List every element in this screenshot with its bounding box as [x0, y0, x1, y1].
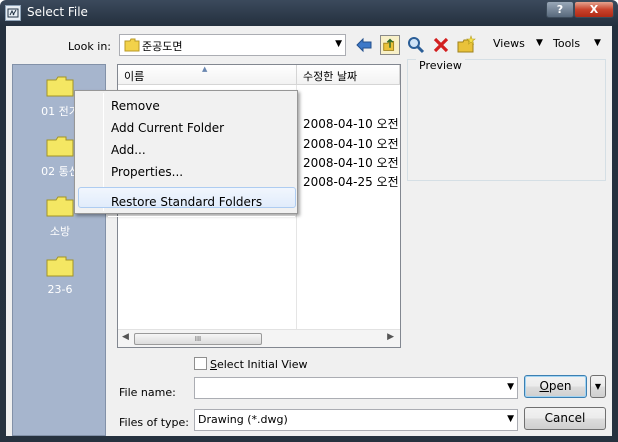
scroll-thumb[interactable]: III	[134, 333, 262, 345]
look-in-label: Look in:	[68, 40, 111, 53]
chevron-down-icon[interactable]: ▼	[335, 39, 342, 49]
preview-frame	[407, 59, 606, 181]
look-in-value: 준공도면	[142, 40, 183, 53]
up-folder-icon[interactable]	[380, 35, 400, 55]
scroll-left-icon[interactable]: ◀	[122, 332, 129, 342]
column-header-name[interactable]: ▲ 이름	[118, 65, 297, 85]
tools-chevron-down-icon[interactable]: ▼	[594, 38, 601, 48]
context-menu: Remove Add Current Folder Add... Propert…	[74, 90, 298, 217]
open-button[interactable]: Open	[524, 375, 587, 398]
files-of-type-value: Drawing (*.dwg)	[198, 413, 288, 426]
select-initial-view-label: Select Initial View	[210, 358, 308, 371]
folder-icon	[46, 256, 74, 277]
back-arrow-icon[interactable]	[354, 35, 374, 55]
menu-separator	[108, 216, 295, 217]
column-header-date[interactable]: 수정한 날짜	[297, 65, 400, 85]
dialog-client: Look in: 준공도면 ▼ Views ▼ Tools ▼ 01 전기 02…	[6, 26, 612, 436]
help-button[interactable]: ?	[546, 1, 574, 18]
search-icon[interactable]	[406, 35, 426, 55]
preview-label: Preview	[416, 59, 465, 72]
chevron-down-icon[interactable]: ▼	[507, 382, 514, 392]
select-initial-view-checkbox[interactable]	[194, 357, 207, 370]
table-row[interactable]: 2008-04-10 오전	[303, 135, 399, 152]
table-row[interactable]: 2008-04-10 오전	[303, 115, 399, 132]
menu-item-remove[interactable]: Remove	[111, 99, 160, 113]
select-file-dialog: Select File ? X Look in: 준공도면 ▼ Views ▼ …	[0, 0, 618, 442]
files-of-type-label: Files of type:	[119, 416, 190, 429]
new-folder-icon[interactable]	[456, 35, 476, 55]
scroll-right-icon[interactable]: ▶	[387, 332, 394, 342]
folder-icon	[46, 136, 74, 157]
views-chevron-down-icon[interactable]: ▼	[536, 38, 543, 48]
delete-icon[interactable]	[431, 35, 451, 55]
menu-item-restore-standard-folders[interactable]: Restore Standard Folders	[111, 195, 262, 209]
menu-item-add[interactable]: Add...	[111, 143, 146, 157]
table-row[interactable]: 2008-04-25 오전	[303, 173, 399, 190]
open-split-arrow-icon[interactable]: ▼	[590, 375, 606, 398]
files-of-type-combo[interactable]: Drawing (*.dwg) ▼	[194, 409, 518, 431]
folder-icon	[46, 76, 74, 97]
table-row[interactable]: 2008-04-10 오전	[303, 154, 399, 171]
window-title: Select File	[27, 5, 88, 19]
look-in-combo[interactable]: 준공도면 ▼	[119, 34, 346, 56]
menu-item-properties[interactable]: Properties...	[111, 165, 183, 179]
place-item[interactable]: 23-6	[13, 255, 107, 296]
place-label: 23-6	[47, 283, 73, 296]
file-name-label: File name:	[119, 386, 176, 399]
sort-up-icon: ▲	[202, 65, 208, 73]
chevron-down-icon[interactable]: ▼	[507, 414, 514, 424]
views-menu[interactable]: Views	[493, 37, 525, 50]
horizontal-scrollbar[interactable]: ◀ III ▶	[118, 329, 400, 347]
menu-item-add-current-folder[interactable]: Add Current Folder	[111, 121, 224, 135]
cancel-button[interactable]: Cancel	[524, 407, 606, 430]
file-name-combo[interactable]: ▼	[194, 377, 518, 399]
place-label: 소방	[49, 225, 71, 238]
folder-icon	[124, 38, 140, 52]
app-icon	[5, 5, 21, 21]
tools-menu[interactable]: Tools	[553, 37, 580, 50]
close-button[interactable]: X	[574, 1, 614, 18]
folder-icon	[46, 196, 74, 217]
title-bar[interactable]: Select File ? X	[0, 0, 618, 26]
